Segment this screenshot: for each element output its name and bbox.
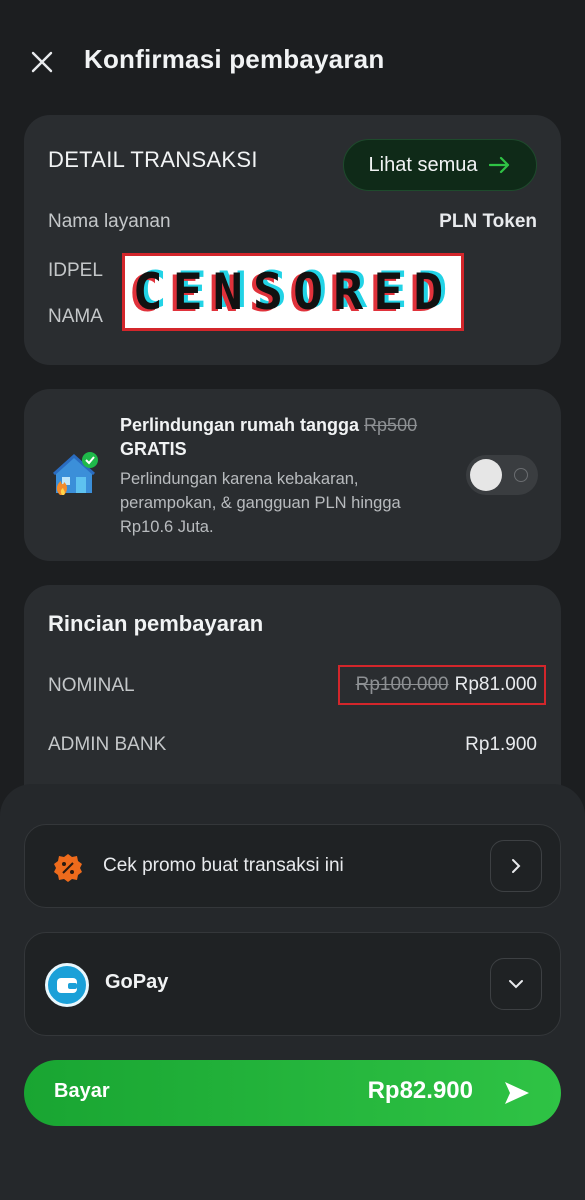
admin-bank-label: ADMIN BANK [48, 734, 167, 755]
send-icon [505, 1082, 529, 1104]
protection-card: Perlindungan rumah tangga Rp500 GRATIS P… [24, 389, 561, 561]
chevron-right-icon [512, 859, 521, 873]
nominal-new-price: Rp81.000 [454, 674, 537, 695]
nama-label: NAMA [48, 306, 103, 327]
house-protection-icon [52, 452, 98, 495]
pay-button-label: Bayar [54, 1080, 110, 1102]
chevron-down-icon [509, 980, 523, 989]
protection-old-price: Rp500 [364, 415, 418, 435]
admin-bank-value: Rp1.900 [465, 734, 537, 755]
service-label: Nama layanan [48, 211, 171, 232]
protection-title: Perlindungan rumah tangga Rp500 GRATIS [120, 413, 480, 461]
payment-method-dropdown-button[interactable] [490, 958, 542, 1010]
gopay-wallet-icon [45, 963, 89, 1007]
payment-details-title: Rincian pembayaran [48, 611, 264, 636]
transaction-detail-card: DETAIL TRANSAKSI Lihat semua Nama layana… [24, 115, 561, 365]
service-value: PLN Token [439, 211, 537, 232]
payment-method-card[interactable]: GoPay [24, 932, 561, 1036]
nominal-old-price: Rp100.000 [355, 674, 449, 695]
toggle-knob [470, 459, 502, 491]
pay-button-amount: Rp82.900 [367, 1077, 473, 1104]
close-icon [31, 51, 53, 73]
app-header: Konfirmasi pembayaran [0, 0, 585, 118]
close-button[interactable] [24, 44, 60, 80]
censored-overlay: CENSORED [122, 253, 464, 331]
censor-text: CENSORED [132, 263, 454, 321]
page-title: Konfirmasi pembayaran [84, 44, 385, 74]
protection-title-text: Perlindungan rumah tangga [120, 415, 360, 435]
protection-description: Perlindungan karena kebakaran, perampoka… [120, 470, 401, 536]
detail-title: DETAIL TRANSAKSI [48, 147, 258, 172]
see-all-button[interactable]: Lihat semua [343, 139, 537, 191]
promo-open-button[interactable] [490, 840, 542, 892]
discount-badge-icon [54, 854, 82, 882]
nominal-values: Rp100.000 Rp81.000 [356, 674, 537, 696]
payment-method-label: GoPay [105, 971, 169, 993]
bottom-sheet: Cek promo buat transaksi ini GoPay Bayar… [0, 784, 585, 1200]
promo-card[interactable]: Cek promo buat transaksi ini [24, 824, 561, 908]
promo-label: Cek promo buat transaksi ini [103, 855, 344, 876]
idpel-label: IDPEL [48, 260, 103, 281]
arrow-right-icon [489, 156, 510, 174]
toggle-off-indicator [514, 468, 528, 482]
pay-button[interactable]: Bayar Rp82.900 [24, 1060, 561, 1126]
protection-toggle[interactable] [466, 455, 538, 495]
protection-free-label: GRATIS [120, 439, 187, 459]
nominal-label: NOMINAL [48, 675, 135, 696]
see-all-label: Lihat semua [368, 153, 478, 176]
